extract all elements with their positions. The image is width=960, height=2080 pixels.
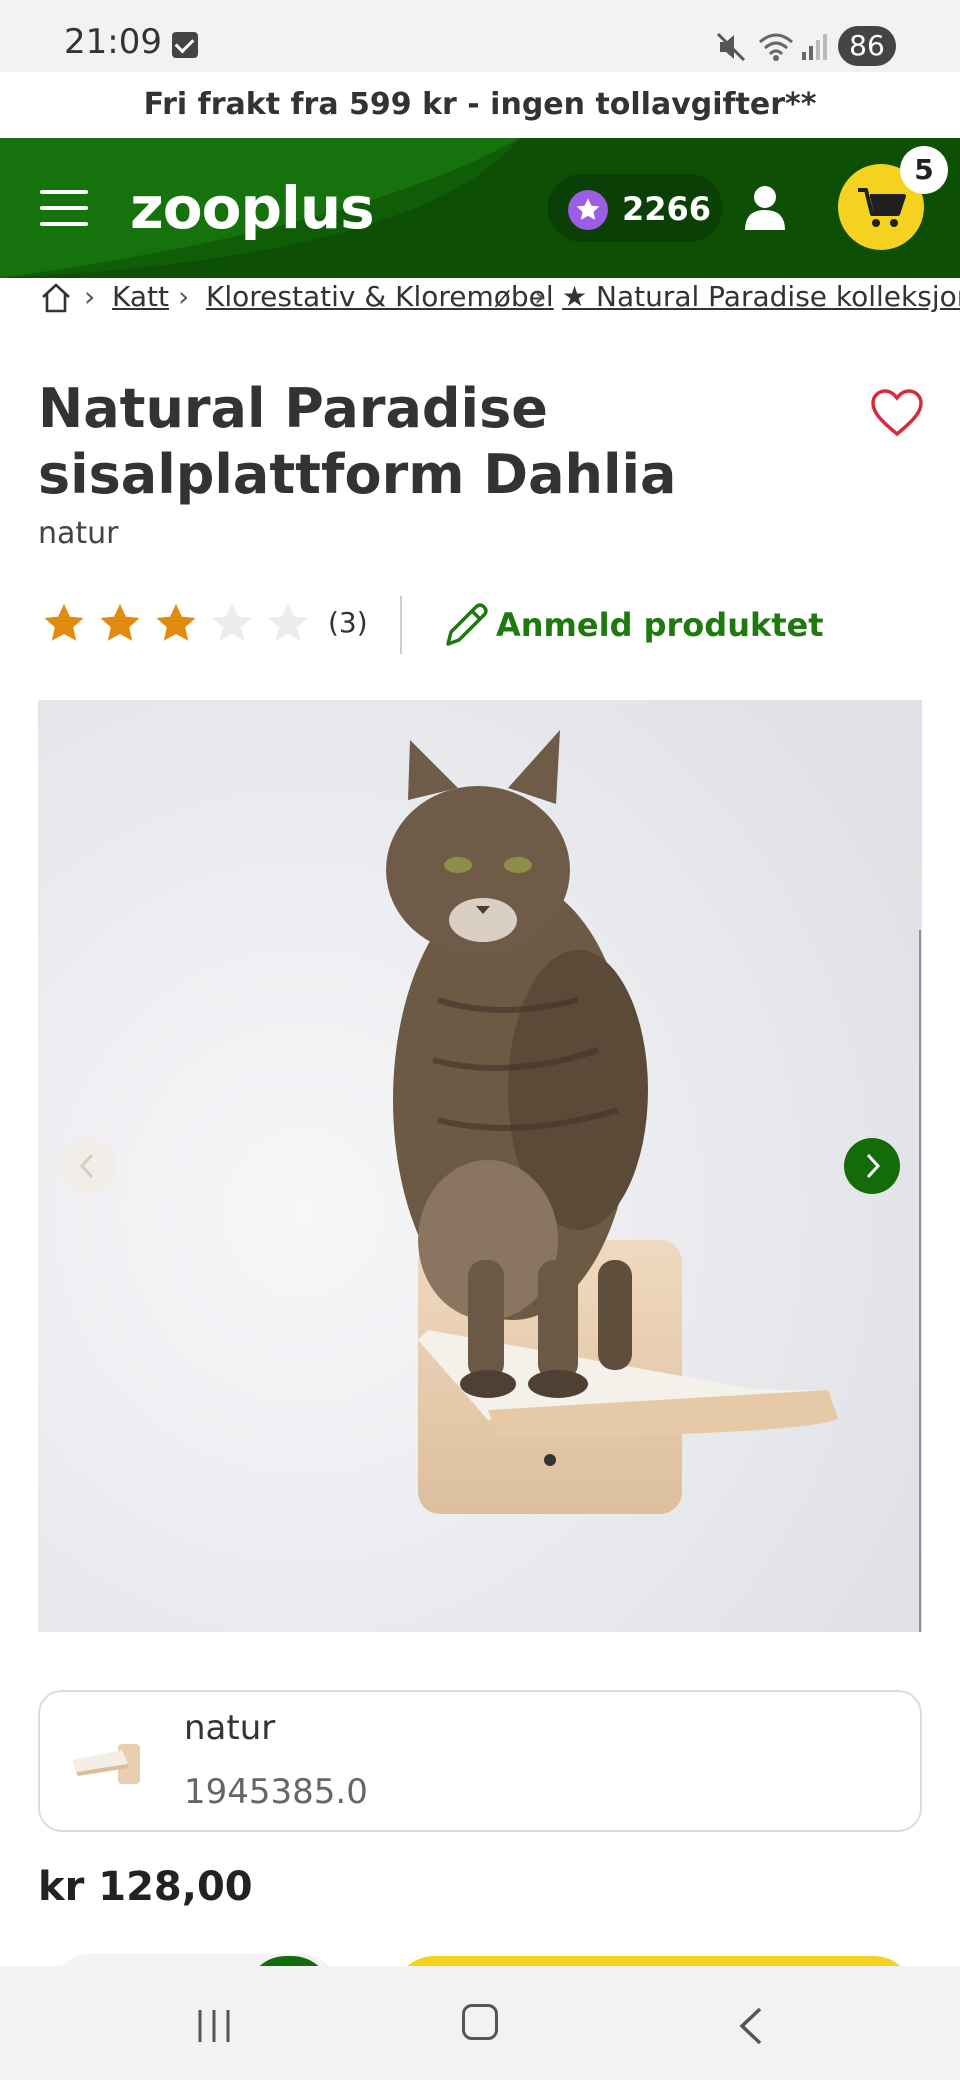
product-image-gallery[interactable] bbox=[38, 700, 922, 1632]
product-image-cat-on-wall-platform bbox=[38, 700, 922, 1632]
variant-selector[interactable]: natur 1945385.0 bbox=[38, 1690, 922, 1832]
star-empty-icon bbox=[268, 604, 308, 641]
chevron-right-icon: › bbox=[178, 280, 190, 313]
variant-id: 1945385.0 bbox=[184, 1772, 368, 1812]
chevron-right-icon bbox=[866, 1153, 881, 1179]
points-value: 2266 bbox=[622, 190, 712, 228]
product-color-label: natur bbox=[38, 516, 119, 551]
status-bar: 21:09 86 bbox=[0, 0, 960, 72]
cart-icon bbox=[858, 188, 906, 227]
star-filled-icon bbox=[100, 604, 140, 641]
gallery-next-button[interactable] bbox=[844, 1138, 900, 1194]
recent-apps-icon[interactable] bbox=[194, 2008, 234, 2044]
signal-icon bbox=[802, 34, 827, 60]
star-badge-icon bbox=[568, 190, 608, 230]
shipping-banner: Fri frakt fra 599 kr - ingen tollavgifte… bbox=[0, 72, 960, 138]
user-icon[interactable] bbox=[740, 182, 790, 232]
chevron-right-icon: › bbox=[534, 280, 546, 313]
mute-icon bbox=[716, 32, 746, 62]
chevron-right-icon: › bbox=[84, 280, 96, 313]
breadcrumb-link-klorestativ[interactable]: Klorestativ & Kloremøbel bbox=[206, 280, 554, 313]
back-icon[interactable] bbox=[736, 2006, 766, 2046]
chevron-left-icon bbox=[79, 1153, 94, 1179]
zooplus-logo[interactable]: zooplus bbox=[130, 174, 375, 242]
variant-name: natur bbox=[184, 1708, 276, 1748]
write-review-label: Anmeld produktet bbox=[496, 606, 824, 644]
divider bbox=[400, 596, 402, 654]
gallery-prev-button[interactable] bbox=[60, 1138, 116, 1194]
variant-thumbnail bbox=[72, 1744, 140, 1784]
breadcrumb-link-katt[interactable]: Katt bbox=[112, 280, 169, 313]
star-filled-icon bbox=[156, 604, 196, 641]
home-icon[interactable] bbox=[40, 282, 72, 314]
check-icon bbox=[172, 32, 198, 58]
pencil-icon bbox=[446, 603, 488, 646]
menu-icon[interactable] bbox=[40, 190, 88, 226]
points-badge[interactable]: 2266 bbox=[548, 174, 722, 242]
heart-icon[interactable] bbox=[870, 388, 924, 438]
breadcrumb: › Katt › Klorestativ & Kloremøbel › ★ Na… bbox=[36, 278, 960, 318]
review-count[interactable]: (3) bbox=[328, 606, 368, 639]
battery-indicator: 86 bbox=[838, 26, 896, 66]
wifi-icon bbox=[759, 33, 793, 61]
star-empty-icon bbox=[212, 604, 252, 641]
status-time: 21:09 bbox=[64, 22, 162, 62]
product-price: kr 128,00 bbox=[38, 1864, 253, 1910]
product-title: Natural Paradise sisalplattform Dahlia bbox=[38, 377, 677, 506]
cart-count-badge: 5 bbox=[900, 146, 948, 194]
system-nav-bar bbox=[0, 1966, 960, 2080]
star-filled-icon bbox=[44, 604, 84, 641]
breadcrumb-link-collection[interactable]: ★ Natural Paradise kolleksjon bbox=[562, 280, 960, 313]
home-button-icon[interactable] bbox=[462, 2004, 498, 2040]
site-header: zooplus 2266 bbox=[0, 138, 960, 278]
